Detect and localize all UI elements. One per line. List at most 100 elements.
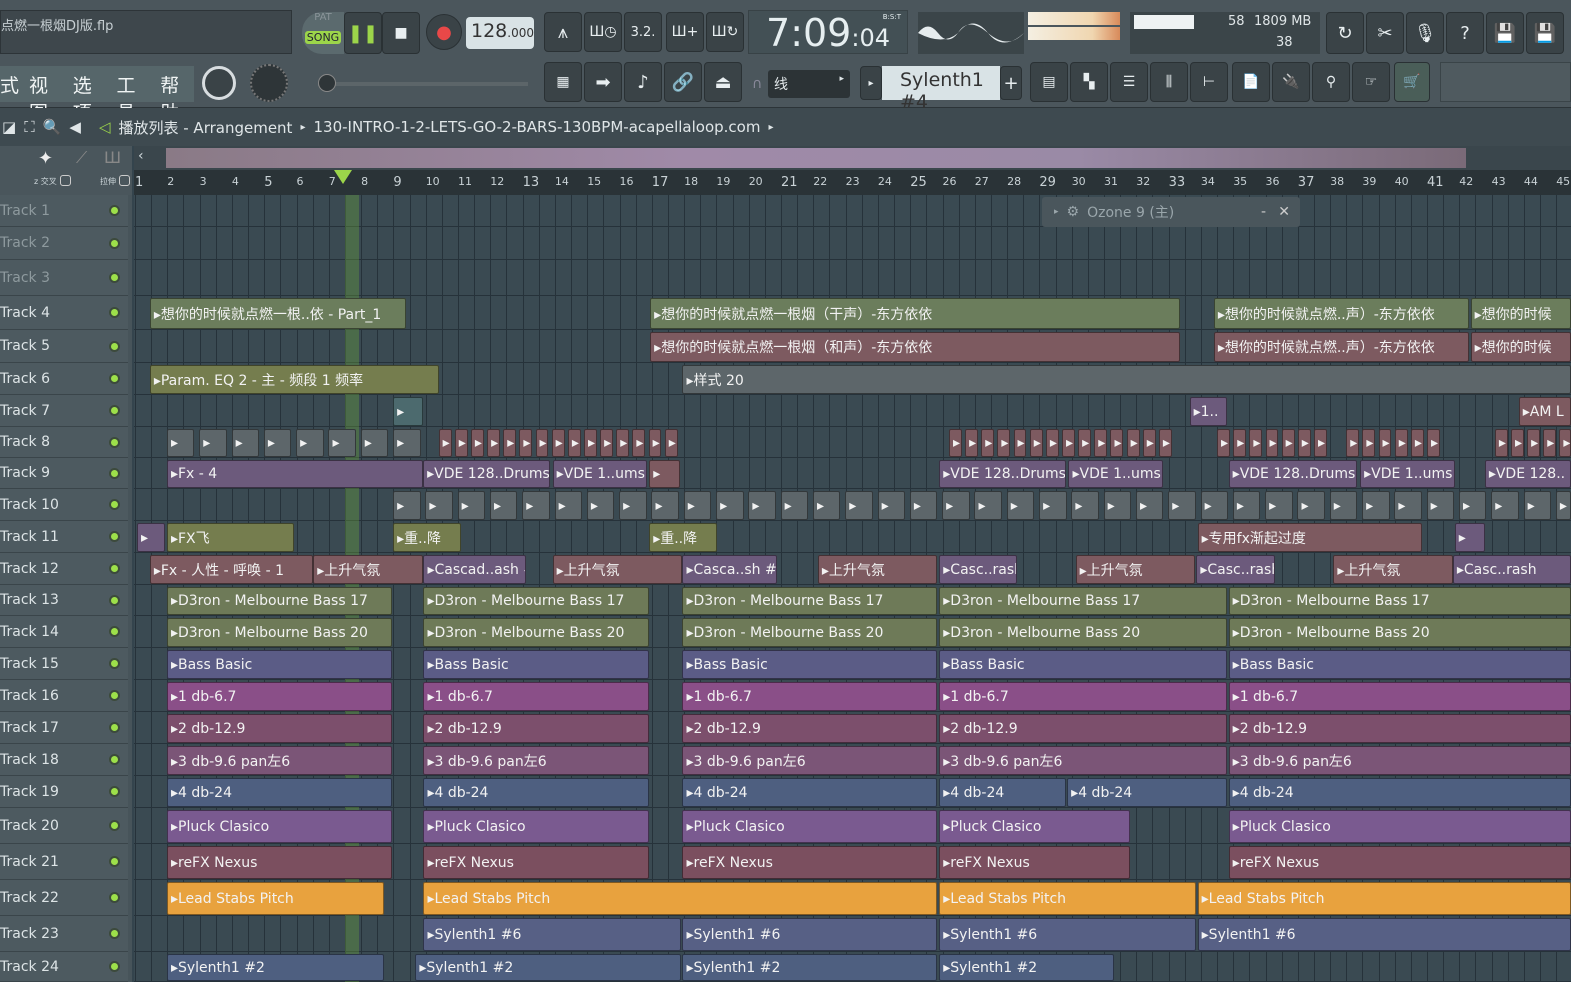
track-header[interactable]: Track 19 [0, 776, 128, 808]
track-mute-led[interactable] [109, 373, 120, 384]
pattern-clip[interactable]: ▸ [616, 429, 630, 457]
clip[interactable]: ▸想你的时候 [1470, 332, 1571, 362]
clip[interactable]: ▸D3ron - Melbourne Bass 20 [682, 618, 937, 647]
pattern-clip[interactable]: ▸ [974, 491, 1002, 520]
pattern-clip[interactable]: ▸ [1281, 429, 1295, 457]
track-header[interactable]: Track 17 [0, 712, 128, 744]
knob-icon[interactable]: ⏏ [704, 62, 742, 102]
pattern-clip[interactable]: ▸ [1062, 429, 1075, 457]
clip[interactable]: ▸样式 20 [682, 365, 1571, 394]
pattern-clip[interactable]: ▸ [166, 429, 195, 457]
overview-thumb[interactable] [166, 148, 1466, 168]
clip[interactable]: ▸Sylenth1 #6 [939, 918, 1197, 951]
pattern-clip[interactable]: ▸ [519, 429, 533, 457]
overview-scrollbar[interactable]: ‹ [134, 146, 1571, 170]
menu-item-options[interactable]: 选项 [73, 71, 107, 124]
slider-handle[interactable] [318, 74, 336, 92]
pattern-clip[interactable]: ▸ [1329, 491, 1358, 520]
clip[interactable]: ▸VDE 1..ums 6 [552, 460, 648, 488]
pattern-clip[interactable]: ▸ [748, 491, 776, 520]
timeline-ruler[interactable]: 1 2 3 4 5 6 7 8 9 10 11 12 13 14 15 16 17 18 19 20 21 22 23 24 2… [134, 170, 1571, 195]
pattern-clip[interactable]: ▸ [683, 491, 712, 520]
add-pattern-button[interactable]: + [1000, 66, 1022, 100]
track-mute-led[interactable] [109, 499, 120, 510]
pat-song-toggle[interactable]: PAT SONG [302, 12, 344, 54]
master-pitch-knob[interactable] [250, 64, 288, 102]
pattern-clip[interactable]: ▸ [1110, 429, 1124, 457]
clip[interactable]: ▸D3ron - Melbourne Bass 17 [939, 587, 1228, 615]
undo-icon[interactable]: ↻ [1326, 12, 1364, 54]
pattern-clip[interactable]: ▸ [1094, 429, 1108, 457]
pattern-clip[interactable]: ▸ [567, 429, 581, 457]
zoom-icon[interactable]: 🔍 [43, 118, 62, 136]
clip[interactable]: ▸Bass Basic [1228, 650, 1571, 679]
clip[interactable]: ▸D3ron - Melbourne Bass 17 [682, 587, 937, 615]
touch-controller-icon[interactable]: ⚲ [1312, 62, 1350, 102]
clip[interactable]: ▸Sylenth1 #2 [166, 954, 384, 981]
project-info-icon[interactable]: 📄 [1232, 62, 1270, 102]
track-header[interactable]: Track 5 [0, 330, 128, 363]
pattern-clip[interactable]: ▸ [1523, 491, 1552, 520]
pattern-clip[interactable]: ▸ [263, 429, 292, 457]
pause-button[interactable]: ❚❚ [344, 12, 382, 54]
minimize-button[interactable]: - [1261, 204, 1266, 220]
pattern-clip[interactable]: ▸ [393, 429, 421, 457]
clip[interactable]: ▸ [393, 397, 424, 426]
clip[interactable]: ▸重..降 [649, 523, 718, 552]
playlist-grid[interactable]: ▸想你的时候就点燃一根..依 - Part_1 ▸想你的时候就点燃一根烟（干声）-… [134, 195, 1571, 982]
pattern-clip[interactable]: ▸ [1045, 429, 1059, 457]
clip[interactable]: ▸Bass Basic [423, 650, 649, 679]
pattern-clip[interactable]: ▸ [1494, 429, 1508, 457]
clip[interactable]: ▸ [136, 523, 166, 552]
pattern-clip[interactable]: ▸ [965, 429, 979, 457]
pointer-tool-icon[interactable]: ◪ [2, 118, 16, 136]
track-mute-led[interactable] [109, 690, 120, 701]
pattern-clip[interactable]: ▸ [554, 491, 583, 520]
pattern-clip[interactable]: ▸ [1013, 429, 1027, 457]
track-mute-led[interactable] [109, 961, 120, 972]
clip[interactable]: ▸Sylenth1 #6 [423, 918, 681, 951]
pattern-clip[interactable]: ▸ [1200, 491, 1229, 520]
clip[interactable]: ▸2 db-12.9 [682, 714, 937, 743]
pattern-clip[interactable]: ▸ [942, 491, 970, 520]
pattern-clip[interactable]: ▸ [1543, 429, 1557, 457]
clip[interactable]: ▸Casca..sh #2 [682, 555, 778, 584]
playlist-speaker-icon[interactable]: ◁ [99, 118, 111, 136]
track-header[interactable]: Track 13 [0, 585, 128, 616]
step-edit-icon[interactable]: Ш+ [666, 12, 704, 52]
clip[interactable]: ▸想你的时候就点燃..声）-东方依依 [1213, 298, 1469, 329]
clip[interactable]: ▸Lead Stabs Pitch [1197, 882, 1571, 915]
track-header[interactable]: Track 21 [0, 844, 128, 880]
pattern-clip[interactable]: ▸ [1265, 491, 1293, 520]
track-mute-led[interactable] [109, 594, 120, 606]
pattern-clip[interactable]: ▸ [393, 491, 421, 520]
clip[interactable]: ▸Sylenth1 #6 [1197, 918, 1571, 951]
pattern-clip[interactable]: ▸ [909, 491, 938, 520]
clip[interactable]: ▸Fx - 4 [166, 460, 424, 488]
clip[interactable]: ▸2 db-12.9 [939, 714, 1228, 743]
track-mute-led[interactable] [109, 405, 120, 416]
pattern-clip[interactable]: ▸ [1142, 429, 1156, 457]
pattern-clip[interactable]: ▸ [1427, 429, 1440, 457]
clip[interactable]: ▸Lead Stabs Pitch [423, 882, 937, 915]
mixer-icon[interactable]: ⫼ [1150, 62, 1188, 102]
track-mute-led[interactable] [109, 626, 120, 637]
track-mute-led[interactable] [109, 205, 120, 216]
clip[interactable]: ▸Sylenth1 #2 [682, 954, 937, 981]
track-mute-led[interactable] [109, 786, 120, 797]
pattern-clip[interactable]: ▸ [1410, 429, 1424, 457]
countdown-icon[interactable]: 3.2. [624, 12, 662, 52]
clip[interactable]: ▸2 db-12.9 [1228, 714, 1571, 743]
clip[interactable]: ▸3 db-9.6 pan左6 [1228, 746, 1571, 775]
clip[interactable]: ▸Param. EQ 2 - 主 - 频段 1 频率 [149, 365, 439, 394]
clip[interactable]: ▸VDE 128..Drums 6 [939, 460, 1066, 488]
link-icon[interactable]: 🔗 [664, 62, 702, 102]
automation-icon[interactable]: ⟋ [76, 148, 87, 168]
help-icon[interactable]: ? [1446, 12, 1484, 54]
pattern-clip[interactable]: ▸ [812, 491, 841, 520]
track-mute-led[interactable] [109, 467, 120, 479]
pattern-clip[interactable]: ▸ [1394, 429, 1408, 457]
clip[interactable]: ▸reFX Nexus [1228, 846, 1571, 879]
pattern-clip[interactable]: ▸ [1006, 491, 1035, 520]
track-mute-led[interactable] [109, 307, 120, 318]
